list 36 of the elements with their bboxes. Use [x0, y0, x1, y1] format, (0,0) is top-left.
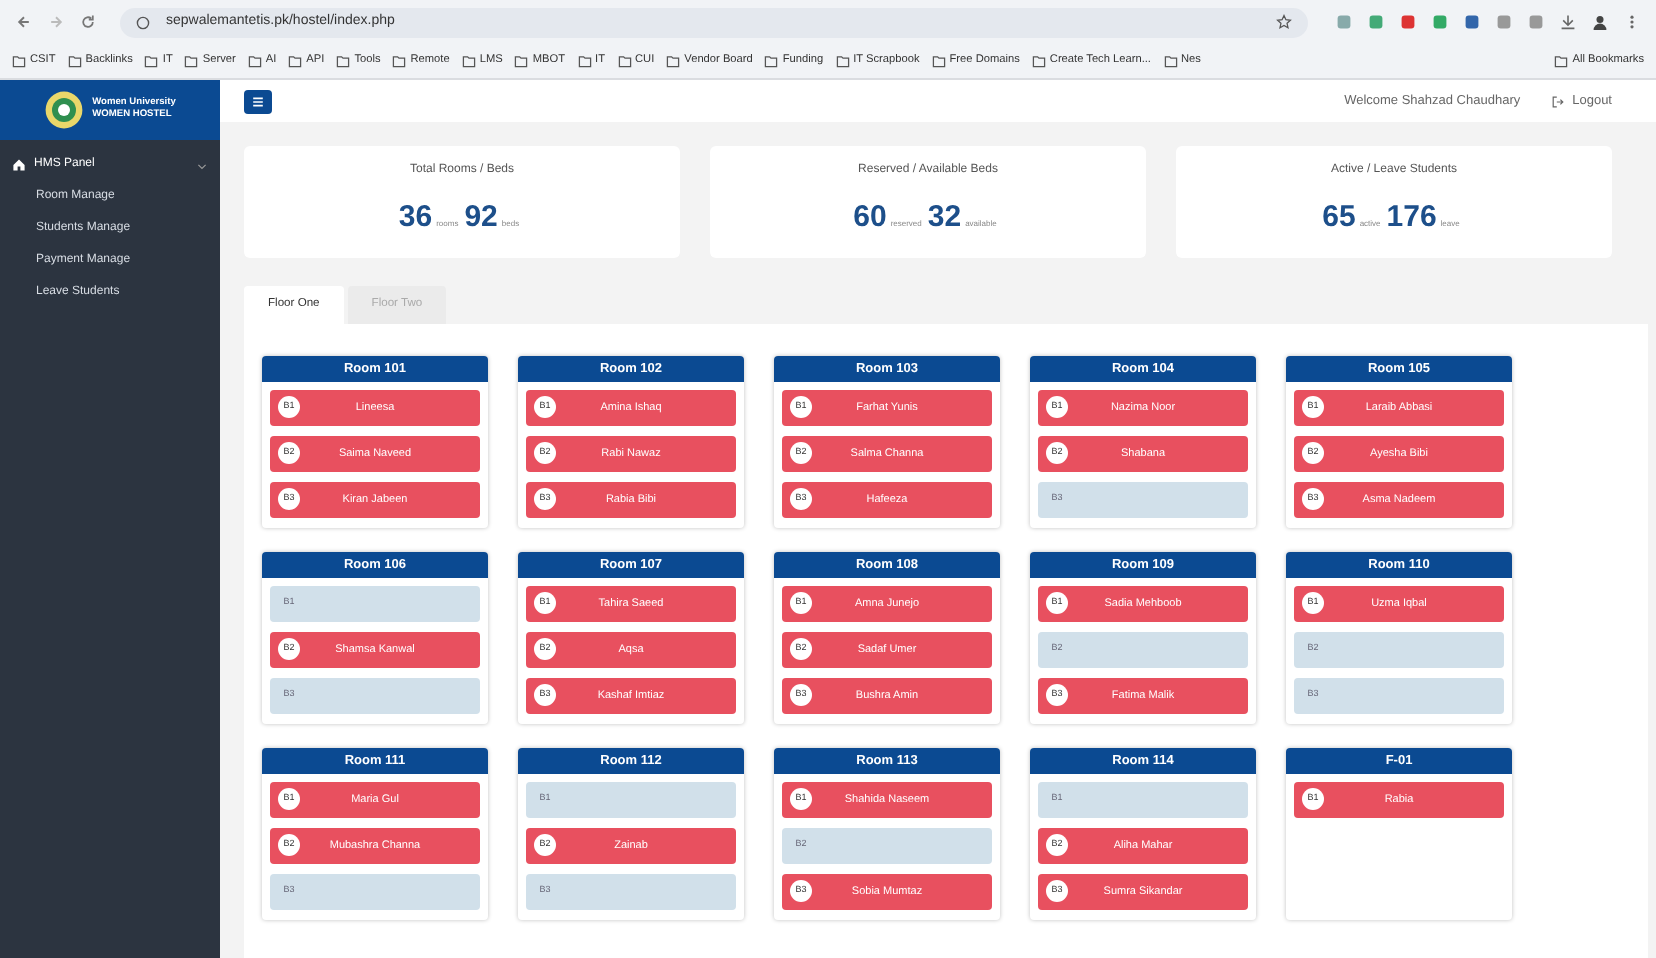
folder-icon [461, 53, 476, 68]
folder-icon [144, 53, 159, 68]
menu-icon [252, 95, 264, 108]
folder-icon [288, 53, 303, 68]
back-icon[interactable] [16, 14, 32, 30]
star-icon[interactable] [1276, 14, 1292, 30]
folder-icon [931, 53, 946, 68]
logout-icon [1552, 95, 1565, 108]
stat-value: 176 [1386, 198, 1437, 239]
folder-icon [1554, 53, 1569, 68]
download-icon[interactable] [1560, 14, 1576, 30]
folder-icon [392, 53, 407, 68]
folder-icon [1031, 53, 1046, 68]
folder-icon [184, 53, 199, 68]
folder-icon [514, 53, 529, 68]
stat-value: 36 [398, 198, 433, 239]
folder-icon [617, 53, 632, 68]
folder-icon [336, 53, 351, 68]
folder-icon [764, 53, 779, 68]
reload-icon[interactable] [80, 14, 96, 30]
folder-icon [247, 53, 262, 68]
stat-value: 65 [1322, 198, 1356, 239]
stat-value: 32 [927, 198, 962, 239]
folder-icon [1163, 53, 1177, 68]
folder-icon [666, 53, 681, 68]
home-icon [12, 158, 26, 172]
folder-icon [67, 53, 82, 68]
stat-value: 92 [464, 198, 498, 239]
menu-button[interactable] [244, 89, 272, 114]
folder-icon [835, 53, 850, 68]
logo-emblem-icon [44, 90, 85, 130]
site-info-icon[interactable] [136, 15, 150, 29]
profile-icon[interactable] [1592, 14, 1608, 30]
stat-value: 60 [853, 198, 887, 239]
folder-icon [577, 53, 592, 68]
folder-icon [12, 53, 26, 68]
